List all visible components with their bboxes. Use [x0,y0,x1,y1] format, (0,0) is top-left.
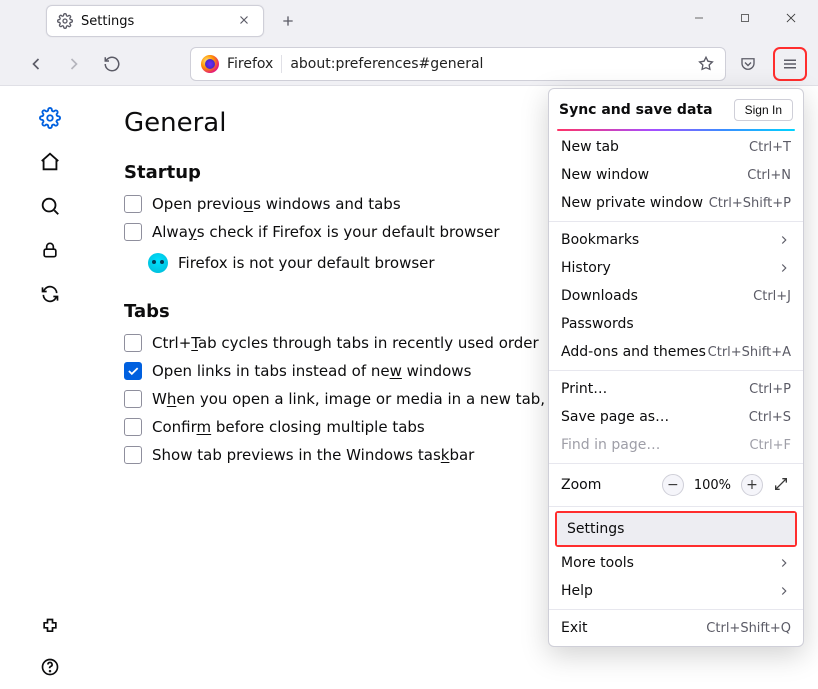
tab-close-icon[interactable] [237,13,253,29]
menu-downloads[interactable]: DownloadsCtrl+J [549,282,803,310]
menu-separator [549,463,803,464]
tab-title: Settings [81,14,229,29]
checkbox-checked[interactable] [124,362,142,380]
label: Always check if Firefox is your default … [152,223,499,241]
zoom-value: 100% [694,478,731,493]
app-menu: Sync and save data Sign In New tabCtrl+T… [548,88,804,647]
checkbox-unchecked[interactable] [124,334,142,352]
back-button[interactable] [20,48,52,80]
maximize-button[interactable] [722,0,768,36]
label: Open links in tabs instead of new window… [152,362,471,380]
menu-more-tools[interactable]: More tools [549,549,803,577]
menu-settings[interactable]: Settings [557,513,795,545]
url-address: about:preferences#general [290,56,689,72]
label: Show tab previews in the Windows taskbar [152,446,474,464]
app-menu-button[interactable] [774,48,806,80]
checkbox-unchecked[interactable] [124,390,142,408]
menu-new-window[interactable]: New windowCtrl+N [549,161,803,189]
forward-button[interactable] [58,48,90,80]
checkbox-unchecked[interactable] [124,223,142,241]
menu-settings-highlight: Settings [555,511,797,547]
new-tab-button[interactable] [274,7,302,35]
window-controls [676,0,814,36]
nav-home-icon[interactable] [36,148,64,176]
fullscreen-icon[interactable] [773,476,791,494]
menu-zoom-row: Zoom − 100% + [549,468,803,502]
menu-separator [549,506,803,507]
not-default-text: Firefox is not your default browser [178,254,435,272]
menu-separator [549,609,803,610]
menu-bookmarks[interactable]: Bookmarks [549,226,803,254]
menu-new-tab[interactable]: New tabCtrl+T [549,133,803,161]
menu-print[interactable]: Print…Ctrl+P [549,375,803,403]
titlebar: Settings [0,0,818,42]
bookmark-star-icon[interactable] [697,55,715,73]
zoom-in-button[interactable]: + [741,474,763,496]
url-bar[interactable]: Firefox about:preferences#general [190,47,726,81]
zoom-label: Zoom [561,477,601,493]
menu-find[interactable]: Find in page…Ctrl+F [549,431,803,459]
checkbox-unchecked[interactable] [124,446,142,464]
nav-general-icon[interactable] [36,104,64,132]
reload-button[interactable] [96,48,128,80]
url-product: Firefox [227,56,273,72]
chevron-right-icon [777,233,791,247]
browser-tab[interactable]: Settings [46,5,264,37]
label: Ctrl+Tab cycles through tabs in recently… [152,334,539,352]
close-window-button[interactable] [768,0,814,36]
menu-addons[interactable]: Add-ons and themesCtrl+Shift+A [549,338,803,366]
nav-sync-icon[interactable] [36,280,64,308]
nav-privacy-icon[interactable] [36,236,64,264]
gear-icon [57,13,73,29]
menu-history[interactable]: History [549,254,803,282]
checkbox-unchecked[interactable] [124,195,142,213]
toolbar: Firefox about:preferences#general [0,42,818,86]
label: Confirm before closing multiple tabs [152,418,425,436]
pocket-button[interactable] [732,48,764,80]
menu-new-private-window[interactable]: New private windowCtrl+Shift+P [549,189,803,217]
label: When you open a link, image or media in … [152,390,608,408]
minimize-button[interactable] [676,0,722,36]
menu-separator [549,370,803,371]
menu-exit[interactable]: ExitCtrl+Shift+Q [549,614,803,642]
nav-extensions-icon[interactable] [36,613,64,641]
label: Open previous windows and tabs [152,195,401,213]
sync-title: Sync and save data [559,102,713,118]
menu-save-as[interactable]: Save page as…Ctrl+S [549,403,803,431]
chevron-right-icon [777,261,791,275]
nav-rail [0,86,100,689]
firefox-face-icon [148,253,168,273]
menu-accent [557,129,795,131]
menu-sync-header: Sync and save data Sign In [549,95,803,129]
sign-in-button[interactable]: Sign In [734,99,793,121]
checkbox-unchecked[interactable] [124,418,142,436]
menu-passwords[interactable]: Passwords [549,310,803,338]
nav-help-icon[interactable] [36,653,64,681]
chevron-right-icon [777,584,791,598]
menu-help[interactable]: Help [549,577,803,605]
firefox-logo-icon [201,55,219,73]
chevron-right-icon [777,556,791,570]
url-separator [281,55,282,73]
zoom-out-button[interactable]: − [662,474,684,496]
menu-separator [549,221,803,222]
nav-search-icon[interactable] [36,192,64,220]
